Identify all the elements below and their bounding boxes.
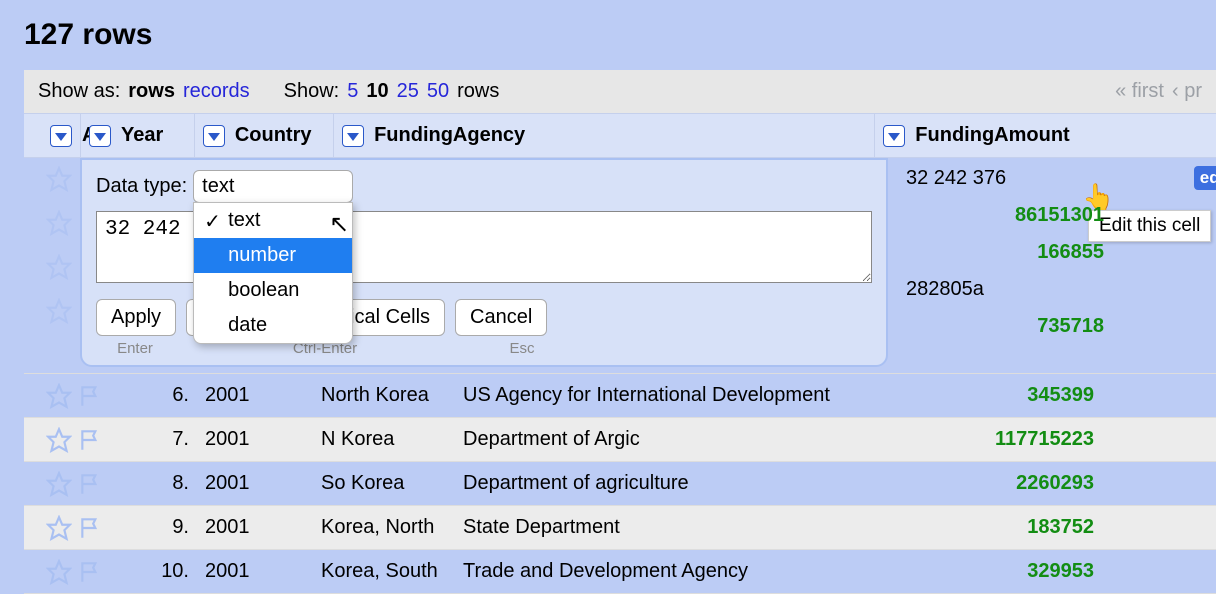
cell-edit-popup: Data type: text text number boolean date… bbox=[80, 158, 888, 367]
row-number: 9. bbox=[132, 516, 197, 539]
cell-country[interactable]: North Korea bbox=[313, 384, 455, 407]
row-number: 8. bbox=[132, 472, 197, 495]
column-country-label: Country bbox=[235, 124, 312, 147]
cell-amount[interactable]: 117715223 bbox=[892, 428, 1102, 451]
cell-amount[interactable]: 345399 bbox=[892, 384, 1102, 407]
amount-cell[interactable]: 166855 bbox=[900, 241, 1104, 264]
column-agency-label: FundingAgency bbox=[374, 124, 525, 147]
table-row: 9.2001Korea, NorthState Department183752 bbox=[24, 506, 1216, 550]
show-as-label: Show as: bbox=[38, 80, 120, 103]
type-option-text[interactable]: text bbox=[194, 203, 352, 238]
star-icon[interactable] bbox=[46, 515, 72, 541]
data-type-label: Data type: bbox=[96, 175, 187, 198]
cell-agency[interactable]: State Department bbox=[455, 516, 892, 539]
edit-tooltip: Edit this cell bbox=[1088, 210, 1211, 242]
star-icon[interactable] bbox=[46, 427, 72, 453]
cell-year[interactable]: 2001 bbox=[197, 472, 313, 495]
column-menu-year-icon[interactable] bbox=[89, 125, 111, 147]
row-number: 6. bbox=[132, 384, 197, 407]
cell-country[interactable]: So Korea bbox=[313, 472, 455, 495]
page-size-5[interactable]: 5 bbox=[347, 80, 358, 103]
data-type-menu: text number boolean date bbox=[193, 202, 353, 344]
table-row: 7.2001N KoreaDepartment of Argic11771522… bbox=[24, 418, 1216, 462]
flag-icon[interactable] bbox=[78, 383, 104, 409]
column-amount-label: FundingAmount bbox=[915, 124, 1069, 147]
view-records[interactable]: records bbox=[183, 80, 250, 103]
star-icon[interactable] bbox=[46, 298, 72, 324]
page-size-10[interactable]: 10 bbox=[366, 80, 388, 103]
cell-country[interactable]: Korea, South bbox=[313, 560, 455, 583]
hint-enter: Enter bbox=[96, 340, 174, 357]
table-row: 6.2001North KoreaUS Agency for Internati… bbox=[24, 374, 1216, 418]
table-row: 8.2001So KoreaDepartment of agriculture2… bbox=[24, 462, 1216, 506]
amount-cell-raw[interactable]: 32 242 376 bbox=[900, 167, 1194, 190]
cell-year[interactable]: 2001 bbox=[197, 516, 313, 539]
view-rows[interactable]: rows bbox=[128, 80, 175, 103]
row-number: 10. bbox=[132, 560, 197, 583]
apply-button[interactable]: Apply bbox=[96, 299, 176, 336]
flag-icon[interactable] bbox=[78, 559, 104, 585]
cell-agency[interactable]: Department of agriculture bbox=[455, 472, 892, 495]
table-row: 10.2001Korea, SouthTrade and Development… bbox=[24, 550, 1216, 594]
cell-country[interactable]: N Korea bbox=[313, 428, 455, 451]
first-page-link[interactable]: « first bbox=[1115, 80, 1164, 103]
star-icon[interactable] bbox=[46, 471, 72, 497]
column-menu-country-icon[interactable] bbox=[203, 125, 225, 147]
show-label: Show: bbox=[284, 80, 340, 103]
hint-esc: Esc bbox=[476, 340, 568, 357]
page-size-25[interactable]: 25 bbox=[397, 80, 419, 103]
amount-cell[interactable]: 735718 bbox=[900, 315, 1104, 338]
cancel-button[interactable]: Cancel bbox=[455, 299, 547, 336]
star-icon[interactable] bbox=[46, 559, 72, 585]
cell-country[interactable]: Korea, North bbox=[313, 516, 455, 539]
column-header-row: All Year Country FundingAgency FundingAm… bbox=[24, 113, 1216, 158]
type-option-number[interactable]: number bbox=[194, 238, 352, 273]
cell-year[interactable]: 2001 bbox=[197, 428, 313, 451]
flag-icon[interactable] bbox=[78, 515, 104, 541]
rows-suffix: rows bbox=[457, 80, 499, 103]
type-option-boolean[interactable]: boolean bbox=[194, 273, 352, 308]
cell-year[interactable]: 2001 bbox=[197, 384, 313, 407]
star-icon[interactable] bbox=[46, 383, 72, 409]
cell-year[interactable]: 2001 bbox=[197, 560, 313, 583]
row-count-heading: 127 rows bbox=[24, 18, 1216, 52]
type-option-date[interactable]: date bbox=[194, 308, 352, 343]
column-year-label: Year bbox=[121, 124, 163, 147]
star-icon[interactable] bbox=[46, 210, 72, 236]
star-icon[interactable] bbox=[46, 166, 72, 192]
row-number: 7. bbox=[132, 428, 197, 451]
flag-icon[interactable] bbox=[78, 427, 104, 453]
page-size-50[interactable]: 50 bbox=[427, 80, 449, 103]
flag-icon[interactable] bbox=[78, 471, 104, 497]
cell-agency[interactable]: Department of Argic bbox=[455, 428, 892, 451]
edit-cell-button[interactable]: edit bbox=[1194, 166, 1216, 190]
cell-amount[interactable]: 183752 bbox=[892, 516, 1102, 539]
amount-cell[interactable]: 282805a bbox=[900, 278, 1104, 301]
cell-agency[interactable]: US Agency for International Development bbox=[455, 384, 892, 407]
column-menu-all-icon[interactable] bbox=[50, 125, 72, 147]
cell-amount[interactable]: 329953 bbox=[892, 560, 1102, 583]
prev-page-link[interactable]: ‹ pr bbox=[1172, 80, 1202, 103]
star-icon[interactable] bbox=[46, 254, 72, 280]
data-type-select[interactable]: text text number boolean date ↖ bbox=[193, 170, 353, 203]
column-menu-agency-icon[interactable] bbox=[342, 125, 364, 147]
amount-cell[interactable]: 86151301 bbox=[900, 204, 1104, 227]
view-toolbar: Show as: rows records Show: 5 10 25 50 r… bbox=[24, 70, 1216, 113]
column-menu-amount-icon[interactable] bbox=[883, 125, 905, 147]
cell-amount[interactable]: 2260293 bbox=[892, 472, 1102, 495]
cell-agency[interactable]: Trade and Development Agency bbox=[455, 560, 892, 583]
